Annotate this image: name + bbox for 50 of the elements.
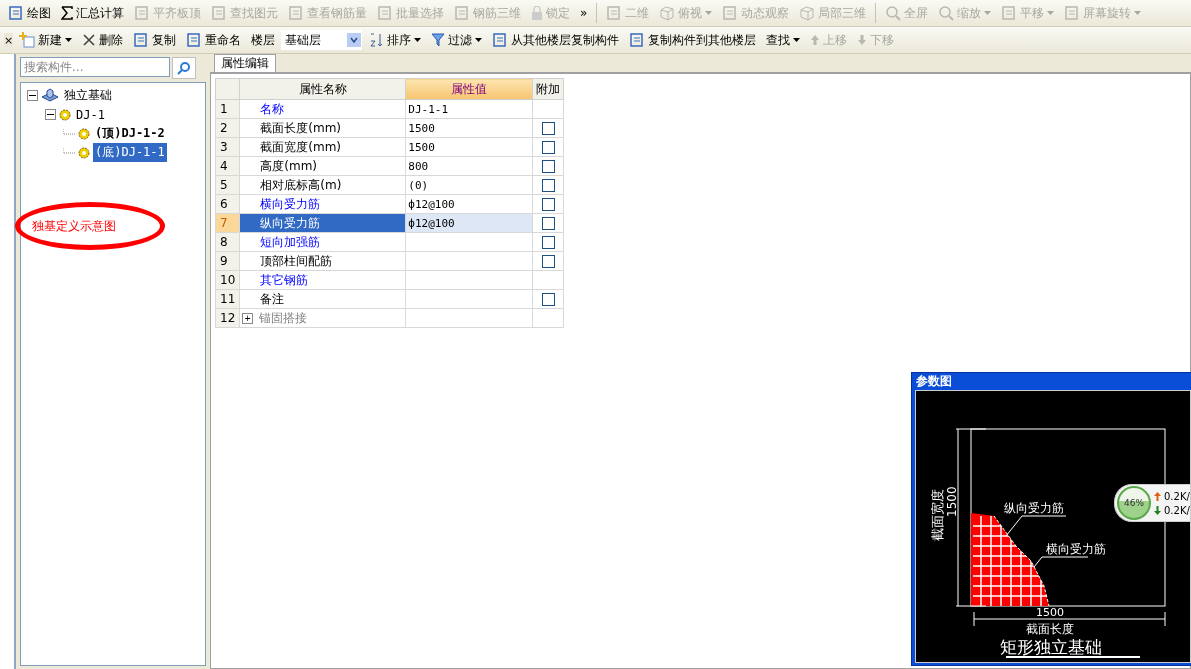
floor-label: 楼层: [250, 31, 277, 49]
tree-item[interactable]: DJ-1: [74, 106, 107, 123]
column-header: 属性值: [405, 78, 533, 100]
download-speed: 0.2K/: [1154, 504, 1190, 516]
row-number: 5: [215, 175, 240, 195]
toolbar-button[interactable]: 删除: [78, 29, 128, 51]
toolbar-button[interactable]: 查找: [762, 29, 805, 51]
row-number: 12: [215, 308, 240, 328]
row-number: 10: [215, 270, 240, 290]
close-button[interactable]: ×: [4, 33, 14, 47]
floor-select[interactable]: 基础层: [281, 30, 363, 50]
row-number: 8: [215, 232, 240, 252]
drawing-title: 矩形独立基础: [1000, 637, 1102, 657]
search-field[interactable]: 搜索构件...: [20, 57, 170, 77]
dimension-label: 截面宽度: [930, 489, 945, 541]
row-number: 11: [215, 289, 240, 309]
usage-gauge: 46%: [1117, 486, 1151, 520]
row-number: 4: [215, 156, 240, 176]
expand-button[interactable]: +: [242, 312, 254, 324]
toolbar-button[interactable]: 绘图: [4, 2, 55, 24]
row-number: 9: [215, 251, 240, 271]
toolbar-button[interactable]: 新建: [15, 29, 77, 51]
annotation-text: 独基定义示意图: [32, 217, 116, 235]
upload-speed: 0.2K/: [1154, 490, 1190, 502]
column-header: 附加: [532, 78, 564, 100]
toolbar-button[interactable]: 重命名: [182, 29, 246, 51]
row-number: 1: [215, 99, 240, 119]
row-number: 2: [215, 118, 240, 138]
dimension-value: 1500: [1036, 606, 1064, 619]
window-title: 参数图: [915, 373, 953, 390]
dimension-label: 截面长度: [1026, 622, 1074, 636]
callout-label: 横向受力筋: [1046, 542, 1106, 556]
tree-item[interactable]: (底)DJ-1-1: [93, 143, 167, 162]
toolbar-button[interactable]: 排序: [364, 29, 426, 51]
callout-label: 纵向受力筋: [1004, 501, 1064, 515]
toolbar-button[interactable]: 过滤: [427, 29, 487, 51]
overflow-button[interactable]: »: [576, 4, 592, 22]
tree-item[interactable]: 独立基础: [62, 86, 114, 105]
tree-item[interactable]: (顶)DJ-1-2: [93, 124, 167, 143]
dimension-value: 1500: [945, 486, 959, 517]
toolbar-button[interactable]: 汇总计算: [57, 2, 128, 24]
column-header: 属性名称: [239, 78, 406, 100]
toolbar-button[interactable]: 复制构件到其他楼层: [625, 29, 761, 51]
row-number: 6: [215, 194, 240, 214]
toolbar-button[interactable]: 复制: [129, 29, 181, 51]
row-number: 7: [215, 213, 240, 233]
tab[interactable]: 属性编辑: [214, 54, 276, 72]
toolbar-button[interactable]: 从其他楼层复制构件: [488, 29, 624, 51]
row-number: 3: [215, 137, 240, 157]
group-label: 锚固搭接: [259, 310, 308, 325]
